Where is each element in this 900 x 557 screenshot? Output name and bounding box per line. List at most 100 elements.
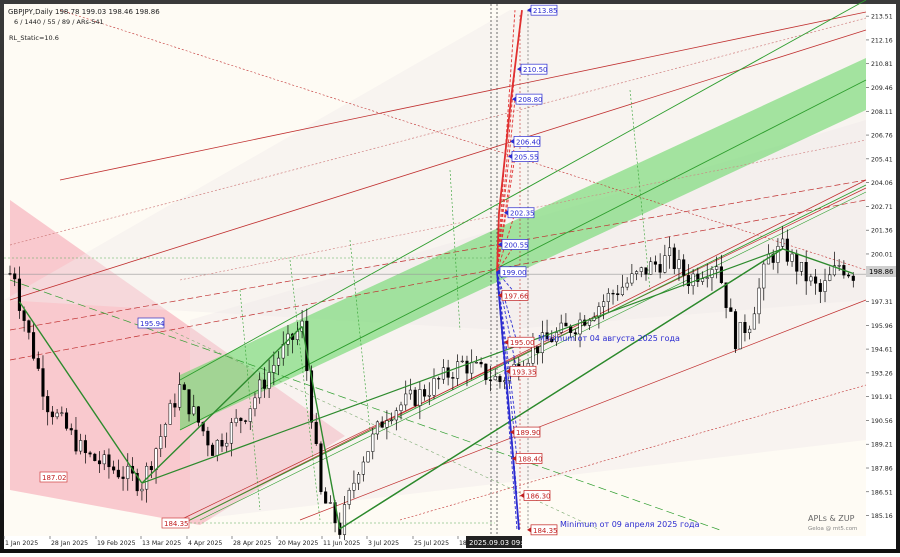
y-tick-label: 213.51 xyxy=(871,14,893,21)
candle-body xyxy=(460,360,464,363)
candle-body xyxy=(163,424,168,437)
swing-label-low1: 187.02 xyxy=(39,471,68,483)
candle-body xyxy=(258,379,262,399)
svg-text:184.35: 184.35 xyxy=(533,527,558,535)
candle-body xyxy=(225,442,229,447)
x-tick-label: 19 Feb 2025 xyxy=(97,540,136,547)
candle-body xyxy=(559,322,563,333)
candle-body xyxy=(168,403,172,425)
static-label: RL_Static=10.6 xyxy=(9,34,59,42)
candle-body xyxy=(479,362,483,365)
candle-body xyxy=(715,266,719,270)
level-label: 186.30 xyxy=(520,490,551,501)
candle-body xyxy=(804,261,808,282)
candle-body xyxy=(102,454,106,465)
time-axis xyxy=(4,536,896,549)
candle-body xyxy=(809,276,813,282)
y-tick-label: 206.76 xyxy=(871,133,893,140)
candle-body xyxy=(427,394,431,397)
candle-body xyxy=(74,429,78,452)
candle-body xyxy=(682,259,686,276)
candle-body xyxy=(423,389,427,397)
candle-body xyxy=(390,419,394,422)
svg-text:195.00: 195.00 xyxy=(510,339,535,347)
candle-body xyxy=(220,440,224,447)
y-tick-label: 190.56 xyxy=(871,418,893,425)
price-chart[interactable]: 213.85 210.50 208.80 206.40 205.55 202.35 200.… xyxy=(0,0,900,553)
x-tick-label: 3 Jul 2025 xyxy=(368,540,399,547)
candle-body xyxy=(488,379,493,381)
candle-body xyxy=(658,264,662,273)
candle-body xyxy=(46,396,50,413)
candle-body xyxy=(154,448,158,471)
svg-text:188.40: 188.40 xyxy=(518,455,543,463)
x-tick-label: 28 Jan 2025 xyxy=(51,540,88,547)
candle-body xyxy=(606,292,610,302)
candle-body xyxy=(173,403,177,408)
watermark-line2: Geloa @ mt5.com xyxy=(808,526,857,532)
level-label: 199.00 xyxy=(496,266,527,278)
candle-body xyxy=(32,332,36,359)
level-label: 202.35 xyxy=(504,207,535,219)
svg-text:189.90: 189.90 xyxy=(516,429,541,437)
candle-body xyxy=(536,346,540,354)
candle-body xyxy=(88,452,92,455)
candle-body xyxy=(187,389,191,415)
level-label: 200.55 xyxy=(498,239,529,250)
candle-body xyxy=(611,292,615,295)
svg-text:208.80: 208.80 xyxy=(518,96,543,104)
candle-body xyxy=(738,322,742,350)
y-tick-label: 210.81 xyxy=(871,61,893,68)
level-label: 206.40 xyxy=(510,136,541,147)
candle-body xyxy=(663,255,667,273)
y-tick-label: 194.61 xyxy=(871,347,893,354)
candle-body xyxy=(399,404,403,411)
candle-body xyxy=(55,412,59,418)
candle-body xyxy=(493,376,497,381)
candle-body xyxy=(404,393,408,406)
candle-body xyxy=(126,465,130,479)
candle-body xyxy=(140,488,144,492)
candle-body xyxy=(41,368,45,397)
candle-body xyxy=(616,293,620,296)
candle-body xyxy=(724,282,728,308)
candle-body xyxy=(710,269,714,278)
svg-text:2025.09.03 09:50: 2025.09.03 09:50 xyxy=(469,539,531,547)
annotation-min-apr: Minimum от 09 апреля 2025 года xyxy=(560,520,700,529)
candle-body xyxy=(8,273,12,275)
y-tick-label: 195.96 xyxy=(871,323,893,330)
candle-body xyxy=(121,476,125,479)
svg-text:199.00: 199.00 xyxy=(502,269,527,277)
candle-body xyxy=(847,274,851,277)
candle-body xyxy=(253,397,257,410)
candle-body xyxy=(668,247,672,256)
candle-body xyxy=(814,276,818,284)
svg-text:197.66: 197.66 xyxy=(504,292,529,300)
candle-body xyxy=(112,466,116,471)
annotation-min-aug: Minimum от 04 августа 2025 года xyxy=(538,334,680,343)
candle-body xyxy=(408,389,412,395)
candle-body xyxy=(705,277,709,279)
x-tick-label: 25 Jul 2025 xyxy=(414,540,449,547)
y-tick-label: 212.16 xyxy=(871,37,893,44)
candle-body xyxy=(781,238,785,247)
candle-body xyxy=(602,301,606,307)
candle-body xyxy=(178,384,182,408)
candle-body xyxy=(371,433,375,452)
candle-body xyxy=(262,379,266,389)
swing-label-high: 195.94 xyxy=(137,317,165,329)
candle-body xyxy=(790,253,794,262)
x-tick-label: 1 Jan 2025 xyxy=(5,540,38,547)
svg-text:195.94: 195.94 xyxy=(140,320,165,328)
cursor-time-badge: 2025.09.03 09:50 xyxy=(466,536,531,548)
candle-body xyxy=(635,271,639,275)
watermark-line1: APLs & ZUP xyxy=(808,514,855,523)
swing-label-low2: 184.35 xyxy=(161,517,190,529)
svg-text:198.86: 198.86 xyxy=(869,268,894,276)
candle-body xyxy=(93,453,97,461)
candle-body xyxy=(446,367,450,378)
candle-body xyxy=(818,283,822,292)
candle-body xyxy=(375,421,380,435)
symbol-line: GBPJPY,Daily 198.78 199.03 198.46 198.86 xyxy=(8,8,160,16)
candle-body xyxy=(69,428,73,431)
